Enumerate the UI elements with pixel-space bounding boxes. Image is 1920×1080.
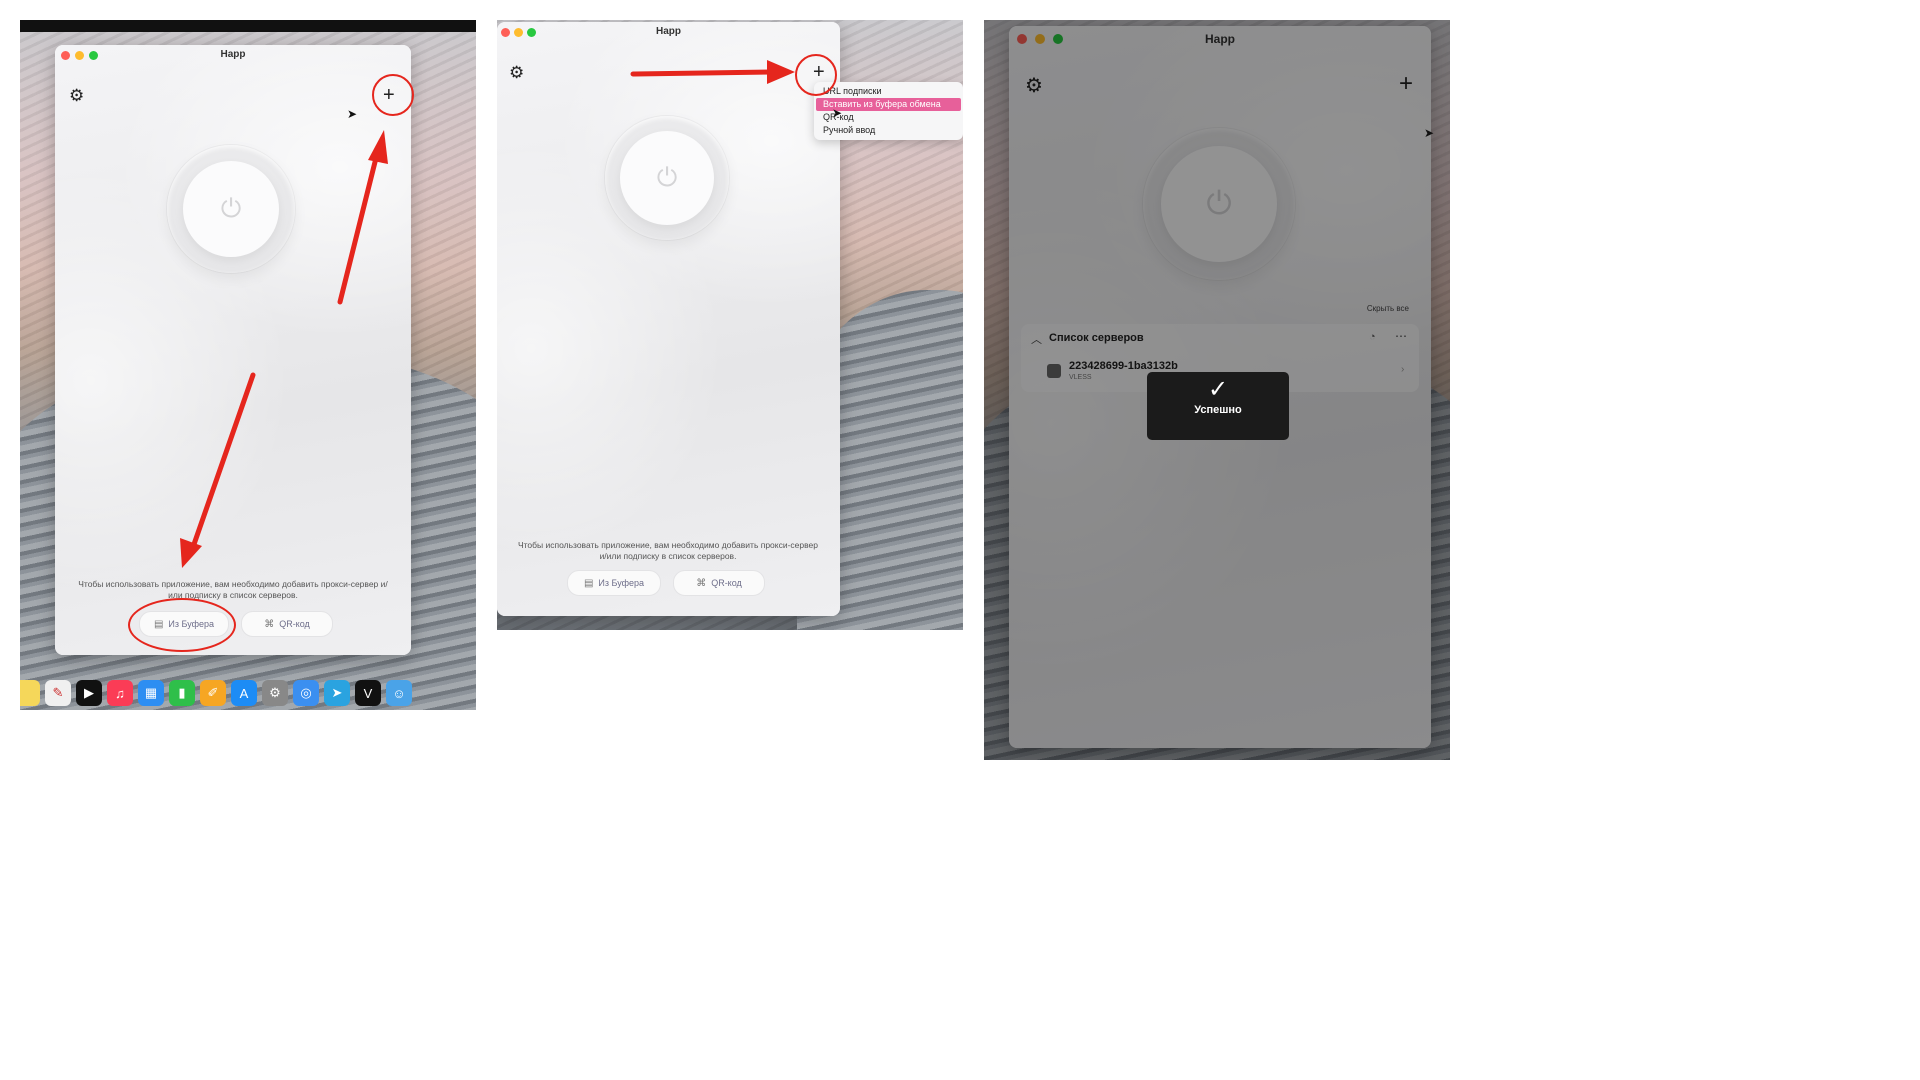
mouse-cursor: ➤ xyxy=(832,106,843,120)
success-toast: ✓ Успешно xyxy=(1147,372,1289,440)
app-icon-numbers[interactable]: ▮ xyxy=(169,680,195,706)
app-icon-settings[interactable]: ⚙ xyxy=(262,680,288,706)
app-icon-finder[interactable]: ☺ xyxy=(386,680,412,706)
toast-text: Успешно xyxy=(1194,404,1242,416)
checkmark-icon: ✓ xyxy=(1207,376,1229,403)
screenshot-1: Happ ⚙ + ⏻ Чтобы использовать приложение… xyxy=(20,20,476,710)
dock: ✎ ▶ ♫ ▦ ▮ ✐ A ⚙ ◎ ➤ V ☺ xyxy=(20,680,412,706)
screenshot-2: Happ ⚙ + ⏻ Чтобы использовать приложение… xyxy=(497,20,963,630)
screenshot-3: Happ ⚙ + ⏻ Скрыть все ︿ Список серверов … xyxy=(984,20,1450,760)
app-icon-appstore[interactable]: A xyxy=(231,680,257,706)
app-icon-tv[interactable]: ▶ xyxy=(76,680,102,706)
app-icon-happ[interactable]: V xyxy=(355,680,381,706)
annotation-arrow-up xyxy=(180,130,388,568)
app-icon-safari[interactable]: ◎ xyxy=(293,680,319,706)
mouse-cursor: ➤ xyxy=(347,107,358,121)
app-icon-pages[interactable]: ✐ xyxy=(200,680,226,706)
app-icon-music[interactable]: ♫ xyxy=(107,680,133,706)
annotation-arrow-right xyxy=(630,60,795,84)
app-icon-telegram[interactable]: ➤ xyxy=(324,680,350,706)
mouse-cursor: ➤ xyxy=(1424,126,1435,140)
app-icon-notes[interactable] xyxy=(20,680,40,706)
app-icon-freeform[interactable]: ✎ xyxy=(45,680,71,706)
app-icon-keynote[interactable]: ▦ xyxy=(138,680,164,706)
